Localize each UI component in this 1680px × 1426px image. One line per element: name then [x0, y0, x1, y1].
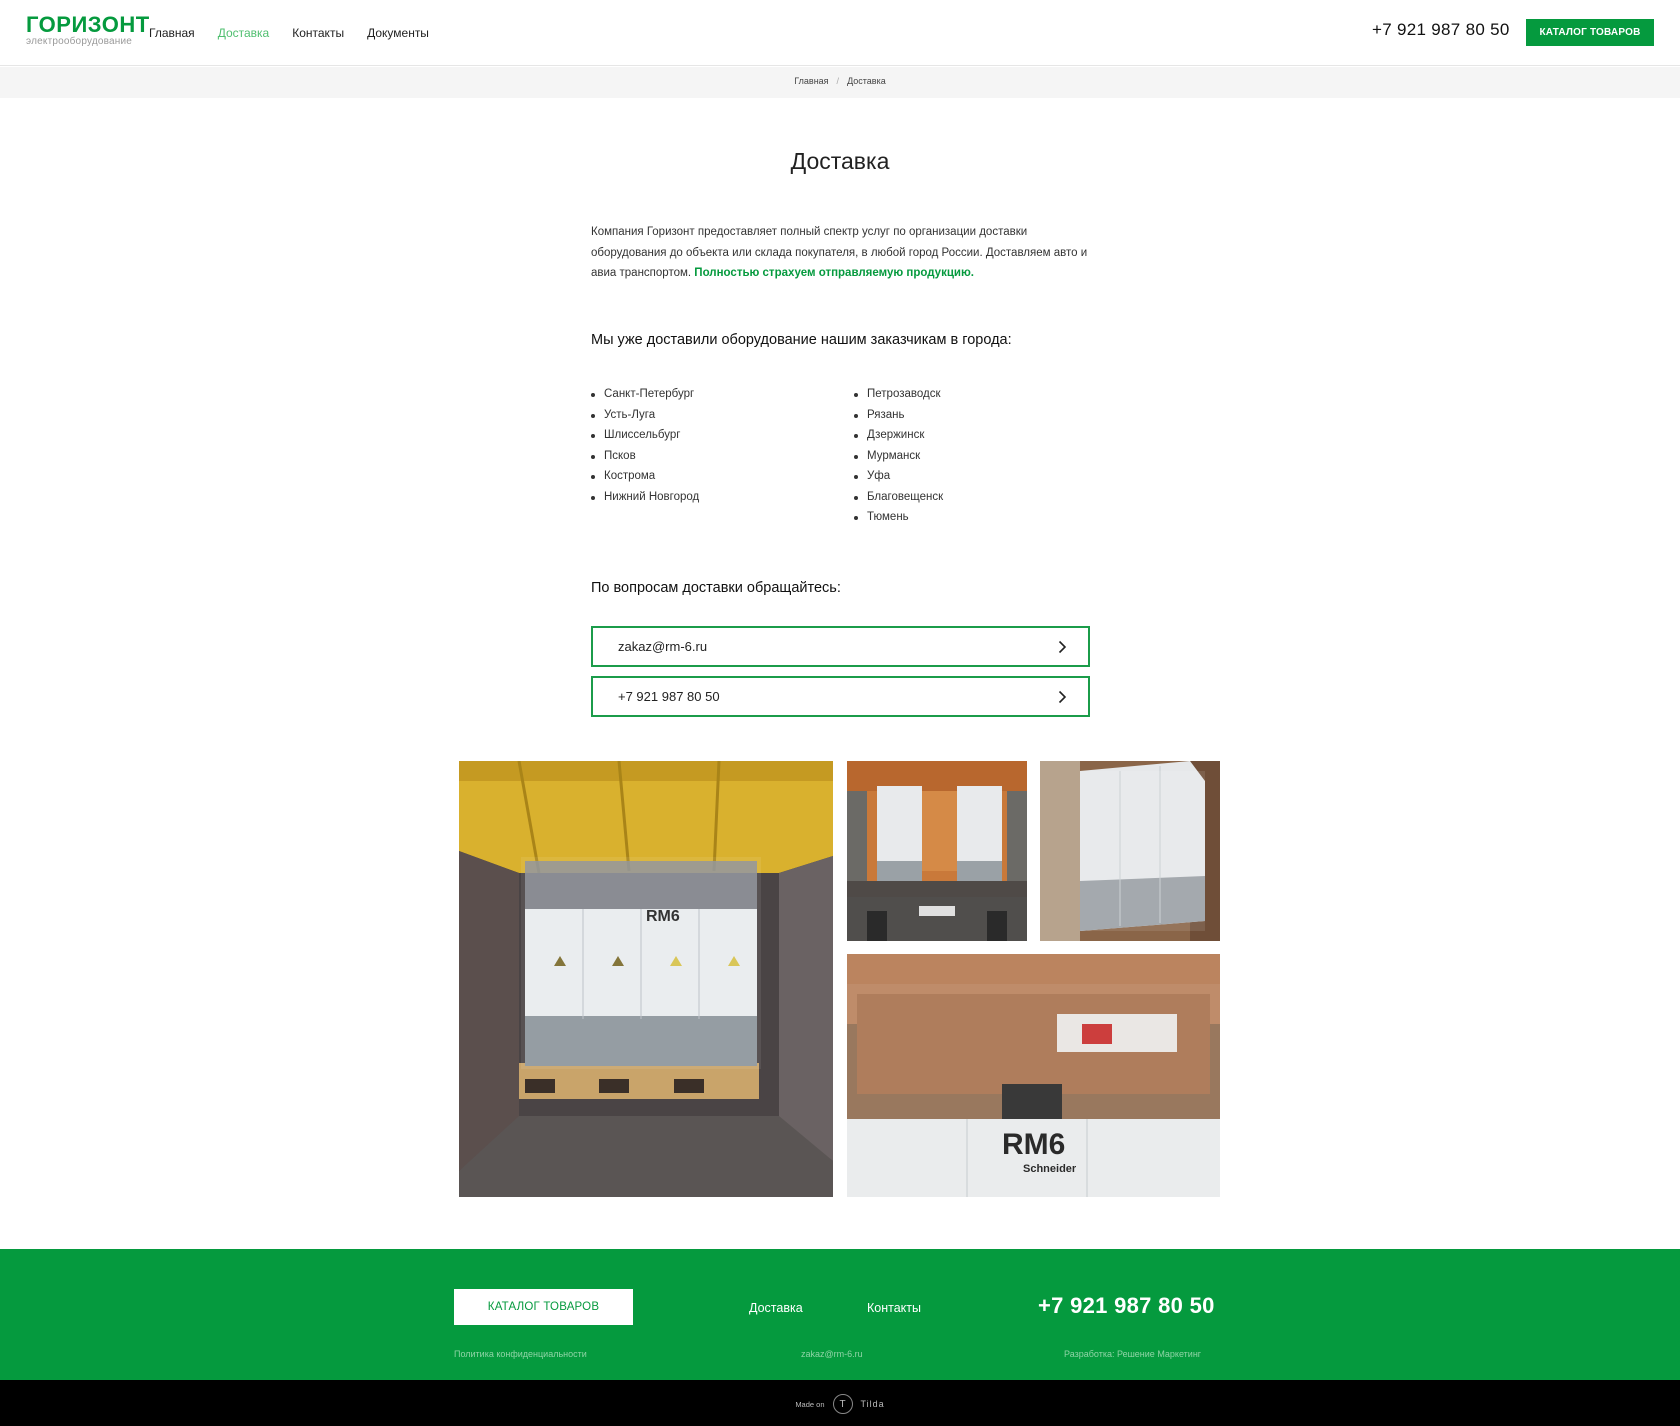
tilda-made-on: Made on — [795, 1399, 825, 1409]
footer-privacy-link[interactable]: Политика конфиденциальности — [454, 1349, 587, 1359]
main-nav: Главная Доставка Контакты Документы — [149, 25, 452, 41]
nav-item-delivery[interactable]: Доставка — [218, 25, 270, 41]
list-item: Кострома — [591, 466, 699, 487]
list-item: Тюмень — [854, 507, 943, 528]
list-item: Псков — [591, 446, 699, 467]
list-item: Дзержинск — [854, 425, 943, 446]
contact-phone-label: +7 921 987 80 50 — [618, 689, 720, 704]
gallery-photo-truck-interior[interactable]: RM6 — [459, 761, 833, 1197]
breadcrumb-home[interactable]: Главная — [794, 76, 828, 86]
contact-email-button[interactable]: zakaz@rm-6.ru — [591, 626, 1090, 667]
list-item: Рязань — [854, 405, 943, 426]
list-item: Нижний Новгород — [591, 487, 699, 508]
footer-phone[interactable]: +7 921 987 80 50 — [1038, 1293, 1215, 1319]
chevron-right-icon — [1058, 640, 1067, 654]
chevron-right-icon — [1058, 690, 1067, 704]
tilda-badge[interactable]: Made on T Tilda — [0, 1394, 1680, 1414]
tilda-name: Tilda — [860, 1399, 885, 1409]
gallery-photo-rm6-closeup[interactable]: RM6 Schneider — [847, 954, 1220, 1197]
header-phone[interactable]: +7 921 987 80 50 — [1372, 20, 1510, 40]
intro-highlight: Полностью страхуем отправляемую продукци… — [694, 267, 974, 279]
nav-item-contacts[interactable]: Контакты — [292, 25, 344, 41]
tilda-logo-icon: T — [832, 1394, 853, 1414]
footer-developer-link[interactable]: Разработка: Решение Маркетинг — [1064, 1349, 1201, 1359]
footer-link-contacts[interactable]: Контакты — [867, 1301, 921, 1315]
contact-email-label: zakaz@rm-6.ru — [618, 639, 708, 654]
footer-catalog-button[interactable]: КАТАЛОГ ТОВАРОВ — [454, 1289, 633, 1325]
footer-email-link[interactable]: zakaz@rm-6.ru — [801, 1349, 863, 1359]
cities-list-right: Петрозаводск Рязань Дзержинск Мурманск У… — [854, 384, 943, 528]
list-item: Усть-Луга — [591, 405, 699, 426]
breadcrumb: Главная / Доставка — [0, 76, 1680, 86]
gallery-photo-truck-rear[interactable] — [847, 761, 1027, 941]
site-footer: КАТАЛОГ ТОВАРОВ Доставка Контакты +7 921… — [0, 1249, 1680, 1380]
logo-subtitle: электрооборудование — [26, 36, 133, 47]
list-item: Санкт-Петербург — [591, 384, 699, 405]
nav-item-home[interactable]: Главная — [149, 25, 195, 41]
breadcrumb-separator: / — [836, 76, 840, 86]
breadcrumb-bar: Главная / Доставка — [0, 67, 1680, 98]
site-header: ГОРИЗОНТ электрооборудование Главная Дос… — [0, 0, 1680, 66]
list-item: Благовещенск — [854, 487, 943, 508]
intro-text: Компания Горизонт предоставляет полный с… — [591, 222, 1091, 284]
logo-title: ГОРИЗОНТ — [26, 12, 150, 37]
nav-item-documents[interactable]: Документы — [367, 25, 429, 41]
page-title: Доставка — [790, 148, 890, 174]
logo[interactable]: ГОРИЗОНТ электрооборудование — [26, 13, 150, 48]
tilda-bar: Made on T Tilda — [0, 1380, 1680, 1426]
cities-list-left: Санкт-Петербург Усть-Луга Шлиссельбург П… — [591, 384, 699, 507]
footer-link-delivery[interactable]: Доставка — [749, 1301, 803, 1315]
contact-phone-button[interactable]: +7 921 987 80 50 — [591, 676, 1090, 717]
header-catalog-button[interactable]: КАТАЛОГ ТОВАРОВ — [1526, 19, 1654, 46]
list-item: Шлиссельбург — [591, 425, 699, 446]
gallery-photo-wrapped-unit[interactable] — [1040, 761, 1220, 941]
cities-heading: Мы уже доставили оборудование нашим зака… — [591, 332, 1012, 348]
list-item: Петрозаводск — [854, 384, 943, 405]
list-item: Мурманск — [854, 446, 943, 467]
list-item: Уфа — [854, 466, 943, 487]
breadcrumb-current: Доставка — [847, 76, 886, 86]
contact-heading: По вопросам доставки обращайтесь: — [591, 580, 841, 596]
